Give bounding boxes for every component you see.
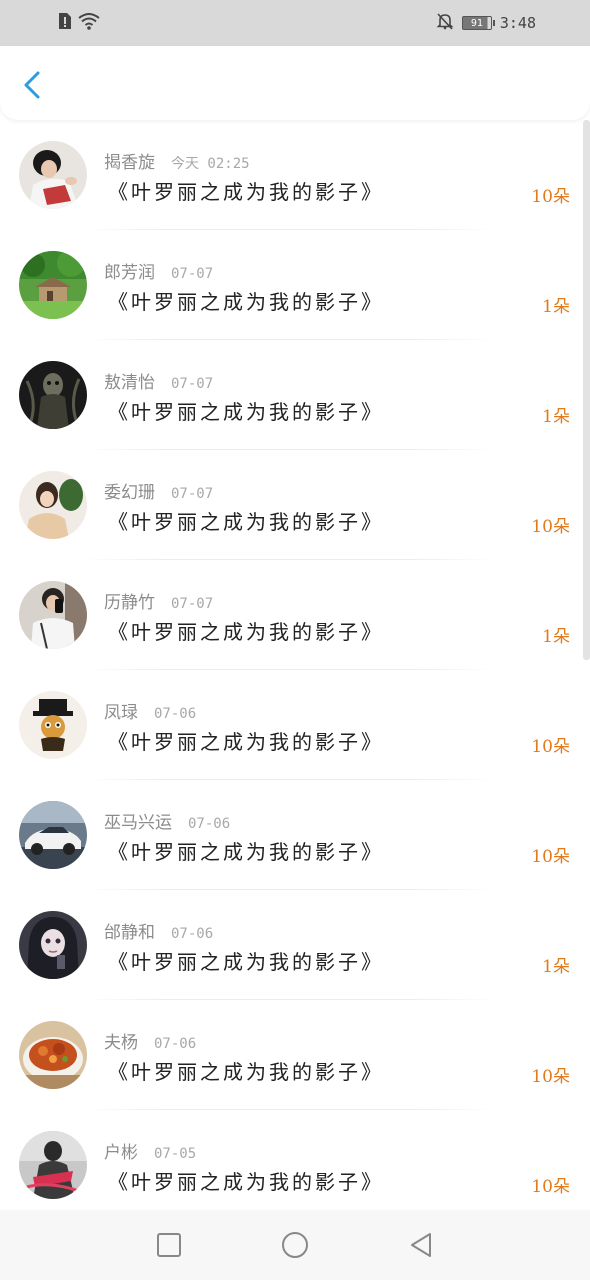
list-item[interactable]: 凤琭 07-06 《叶罗丽之成为我的影子》 10朵 — [0, 670, 590, 780]
item-date: 07-06 — [154, 706, 197, 722]
item-meta: 委幻珊 07-07 — [104, 478, 213, 503]
flower-count: 1朵 — [542, 957, 570, 977]
avatar[interactable] — [19, 361, 87, 429]
book-title[interactable]: 《叶罗丽之成为我的影子》 — [108, 1056, 384, 1085]
home-icon — [282, 1232, 308, 1258]
item-meta: 户彬 07-05 — [104, 1138, 196, 1163]
header — [0, 46, 590, 120]
book-title[interactable]: 《叶罗丽之成为我的影子》 — [108, 726, 384, 755]
book-title[interactable]: 《叶罗丽之成为我的影子》 — [108, 946, 384, 975]
home-button[interactable] — [278, 1228, 312, 1262]
sender-name[interactable]: 凤琭 — [104, 698, 138, 723]
item-meta: 历静竹 07-07 — [104, 588, 213, 613]
list-item[interactable]: 历静竹 07-07 《叶罗丽之成为我的影子》 1朵 — [0, 560, 590, 670]
book-title[interactable]: 《叶罗丽之成为我的影子》 — [108, 176, 384, 205]
item-meta: 揭香旋 今天 02:25 — [104, 148, 250, 173]
flower-count: 10朵 — [531, 737, 570, 757]
item-date: 07-06 — [171, 926, 214, 942]
list-item[interactable]: 郎芳润 07-07 《叶罗丽之成为我的影子》 1朵 — [0, 230, 590, 340]
item-meta: 邰静和 07-06 — [104, 918, 213, 943]
item-date: 07-07 — [171, 266, 214, 282]
notifications-off-icon — [436, 12, 454, 34]
book-title[interactable]: 《叶罗丽之成为我的影子》 — [108, 616, 384, 645]
status-right-icons: 91 3:48 — [436, 12, 536, 34]
sender-name[interactable]: 历静竹 — [104, 588, 155, 613]
item-meta: 夫杨 07-06 — [104, 1028, 196, 1053]
sender-name[interactable]: 户彬 — [104, 1138, 138, 1163]
flower-count: 1朵 — [542, 297, 570, 317]
flower-count: 10朵 — [531, 517, 570, 537]
list-item[interactable]: 户彬 07-05 《叶罗丽之成为我的影子》 10朵 — [0, 1110, 590, 1210]
item-meta: 凤琭 07-06 — [104, 698, 196, 723]
book-title[interactable]: 《叶罗丽之成为我的影子》 — [108, 836, 384, 865]
book-title[interactable]: 《叶罗丽之成为我的影子》 — [108, 286, 384, 315]
list-item[interactable]: 揭香旋 今天 02:25 《叶罗丽之成为我的影子》 10朵 — [0, 120, 590, 230]
battery-icon: 91 — [461, 16, 495, 30]
avatar[interactable] — [19, 1021, 87, 1089]
sender-name[interactable]: 巫马兴运 — [104, 808, 172, 833]
avatar[interactable] — [19, 911, 87, 979]
book-title[interactable]: 《叶罗丽之成为我的影子》 — [108, 396, 384, 425]
sender-name[interactable]: 委幻珊 — [104, 478, 155, 503]
avatar[interactable] — [19, 251, 87, 319]
avatar[interactable] — [19, 801, 87, 869]
status-time: 3:48 — [499, 14, 536, 32]
item-date: 07-07 — [171, 596, 214, 612]
sim-alert-icon — [58, 12, 72, 34]
gift-record-list[interactable]: 揭香旋 今天 02:25 《叶罗丽之成为我的影子》 10朵 郎芳润 07-07 … — [0, 120, 590, 1210]
recent-apps-button[interactable] — [152, 1228, 186, 1262]
sender-name[interactable]: 郎芳润 — [104, 258, 155, 283]
list-item[interactable]: 夫杨 07-06 《叶罗丽之成为我的影子》 10朵 — [0, 1000, 590, 1110]
sender-name[interactable]: 敖清怡 — [104, 368, 155, 393]
flower-count: 1朵 — [542, 407, 570, 427]
scrollbar[interactable] — [583, 120, 590, 660]
chevron-left-icon — [24, 71, 40, 99]
flower-count: 10朵 — [531, 1177, 570, 1197]
nav-back-button[interactable] — [404, 1228, 438, 1262]
avatar[interactable] — [19, 1131, 87, 1199]
avatar[interactable] — [19, 471, 87, 539]
flower-count: 10朵 — [531, 847, 570, 867]
recent-apps-icon — [157, 1233, 181, 1257]
avatar[interactable] — [19, 141, 87, 209]
wifi-icon — [78, 12, 100, 34]
flower-count: 1朵 — [542, 627, 570, 647]
item-date: 07-05 — [154, 1146, 197, 1162]
back-button[interactable] — [18, 68, 48, 102]
system-nav-bar — [0, 1210, 590, 1280]
sender-name[interactable]: 邰静和 — [104, 918, 155, 943]
list-item[interactable]: 敖清怡 07-07 《叶罗丽之成为我的影子》 1朵 — [0, 340, 590, 450]
item-date: 07-07 — [171, 486, 214, 502]
status-bar: 91 3:48 — [0, 0, 590, 46]
flower-count: 10朵 — [531, 1067, 570, 1087]
item-date: 07-06 — [154, 1036, 197, 1052]
sender-name[interactable]: 夫杨 — [104, 1028, 138, 1053]
item-date: 07-07 — [171, 376, 214, 392]
status-left-icons — [58, 12, 100, 34]
avatar[interactable] — [19, 581, 87, 649]
item-date: 今天 02:25 — [171, 156, 250, 172]
item-meta: 敖清怡 07-07 — [104, 368, 213, 393]
item-meta: 郎芳润 07-07 — [104, 258, 213, 283]
back-icon — [411, 1233, 431, 1257]
sender-name[interactable]: 揭香旋 — [104, 148, 155, 173]
item-meta: 巫马兴运 07-06 — [104, 808, 230, 833]
item-date: 07-06 — [188, 816, 231, 832]
avatar[interactable] — [19, 691, 87, 759]
list-item[interactable]: 巫马兴运 07-06 《叶罗丽之成为我的影子》 10朵 — [0, 780, 590, 890]
battery-level: 91 — [470, 17, 483, 29]
list-item[interactable]: 委幻珊 07-07 《叶罗丽之成为我的影子》 10朵 — [0, 450, 590, 560]
book-title[interactable]: 《叶罗丽之成为我的影子》 — [108, 506, 384, 535]
book-title[interactable]: 《叶罗丽之成为我的影子》 — [108, 1166, 384, 1195]
flower-count: 10朵 — [531, 187, 570, 207]
list-item[interactable]: 邰静和 07-06 《叶罗丽之成为我的影子》 1朵 — [0, 890, 590, 1000]
